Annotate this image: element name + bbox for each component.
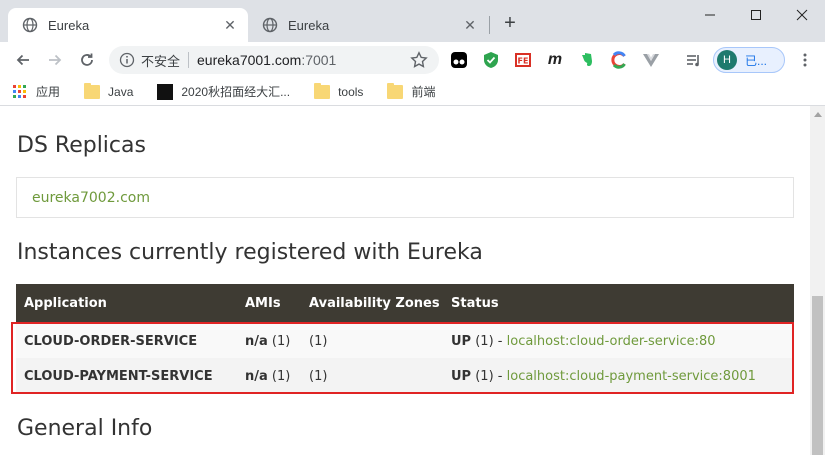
reload-button[interactable] [75,48,99,72]
folder-icon [387,82,404,99]
replica-link[interactable]: eureka7002.com [32,190,150,206]
browser-toolbar: 不安全 eureka7001.com:7001 FE m H 已... [0,42,825,78]
tampermonkey-icon[interactable] [450,51,468,69]
bookmark-label: tools [338,84,364,99]
bookmark-interview[interactable]: 2020秋招面经大汇... [157,83,290,100]
vue-devtools-icon[interactable] [642,51,660,69]
divider [188,52,190,68]
col-availability-zones: Availability Zones [309,296,440,311]
url-port: :7001 [301,52,337,68]
menu-icon[interactable] [793,48,817,72]
back-button[interactable] [11,48,35,72]
profile-button[interactable]: H 已... [713,47,785,73]
page-scrollbar[interactable] [810,106,825,455]
instances-heading: Instances currently registered with Eure… [17,240,483,265]
folder-icon [84,82,101,99]
tab-strip: Eureka ✕ Eureka ✕ + [0,0,825,42]
maximize-button[interactable] [733,0,779,30]
tab-separator [489,16,490,34]
close-window-button[interactable] [779,0,825,30]
info-icon[interactable] [119,52,135,68]
page-content: DS Replicas eureka7002.com Instances cur… [0,106,810,455]
bookmark-star-icon[interactable] [407,48,431,72]
tab-eureka-1[interactable]: Eureka ✕ [8,8,248,42]
highlight-box [11,322,794,394]
close-tab-icon[interactable]: ✕ [222,17,238,33]
col-amis: AMIs [245,296,281,311]
col-status: Status [451,296,499,311]
globe-icon [262,17,278,33]
fe-helper-icon[interactable]: FE [514,51,532,69]
bookmark-label: 应用 [36,85,61,99]
col-application: Application [24,296,107,311]
m-extension-icon[interactable]: m [546,51,564,69]
bookmark-label: Java [108,84,134,99]
reading-list-icon[interactable] [685,51,703,69]
bookmark-java[interactable]: Java [84,82,134,99]
apps-grid-icon [12,84,28,99]
svg-text:FE: FE [518,57,529,66]
bookmark-apps[interactable]: 应用 [12,83,60,100]
replicas-panel: eureka7002.com [16,177,794,218]
scrollbar-thumb[interactable] [812,296,823,455]
site-favicon [157,83,174,100]
new-tab-button[interactable]: + [500,13,520,33]
security-status: 不安全 [141,53,181,69]
tab-title: Eureka [288,17,330,33]
globe-icon [22,17,38,33]
forward-button[interactable] [43,48,67,72]
tab-title: Eureka [48,17,90,33]
shield-icon[interactable] [482,51,500,69]
url-host: eureka7001.com [197,52,302,68]
avatar: H [717,50,737,70]
bookmark-tools[interactable]: tools [314,82,364,99]
folder-icon [314,82,331,99]
ds-replicas-heading: DS Replicas [17,133,146,158]
bookmarks-bar: 应用 Java 2020秋招面经大汇... tools 前端 [0,78,825,106]
evernote-icon[interactable] [578,51,596,69]
minimize-button[interactable] [687,0,733,30]
bookmark-label: 2020秋招面经大汇... [181,85,291,99]
bookmark-label: 前端 [411,85,436,99]
scroll-up-arrow[interactable] [814,112,822,117]
tab-eureka-2[interactable]: Eureka ✕ [248,8,488,42]
bookmark-frontend[interactable]: 前端 [387,82,436,100]
chrome-c-icon[interactable] [610,51,628,69]
close-tab-icon[interactable]: ✕ [462,17,478,33]
instances-table-header: Application AMIs Availability Zones Stat… [16,284,794,323]
general-info-heading: General Info [17,416,153,441]
profile-label: 已... [745,53,768,68]
address-bar[interactable]: 不安全 eureka7001.com:7001 [109,46,439,74]
